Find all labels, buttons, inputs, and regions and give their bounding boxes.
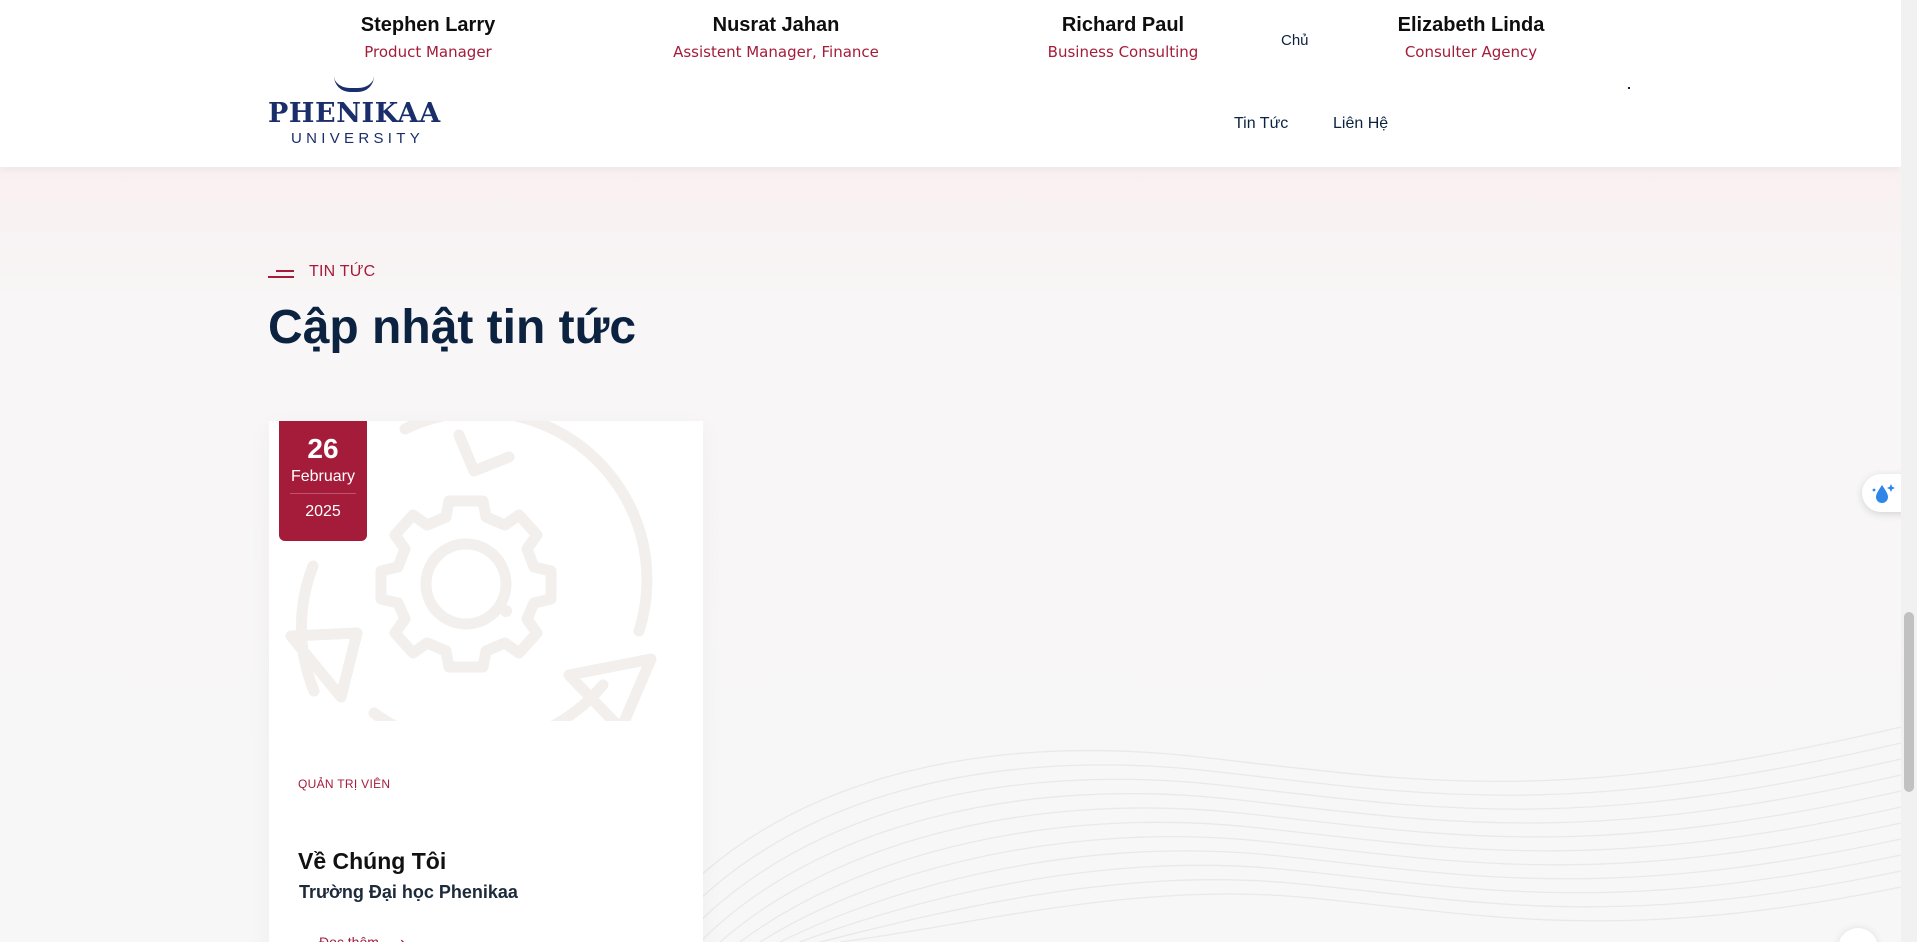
phenikaa-logo[interactable]: PHENIKAA UNIVERSITY — [268, 76, 448, 147]
post-date-month: February — [290, 468, 356, 485]
section-title: Cập nhật tin tức — [268, 301, 637, 354]
logo-wordmark: PHENIKAA — [268, 98, 441, 129]
team-strip: Stephen Larry Product Manager Nusrat Jah… — [0, 0, 1901, 70]
post-author[interactable]: QUẢN TRỊ VIÊN — [298, 777, 390, 791]
post-subtitle: Trường Đại học Phenikaa — [299, 882, 518, 902]
logo-arc-mark — [334, 76, 374, 92]
team-member-role: Consulter Agency — [1404, 43, 1538, 61]
nav-news[interactable]: Tin Tức — [1234, 115, 1288, 133]
team-member-name: Nusrat Jahan — [712, 14, 840, 36]
team-member-card: Stephen Larry Product Manager — [278, 14, 578, 61]
site-header: Stephen Larry Product Manager Nusrat Jah… — [0, 0, 1901, 167]
team-member-role: Business Consulting — [1047, 43, 1199, 61]
water-drop-sparkle-icon — [1872, 484, 1895, 503]
nav-home-partial[interactable]: Chủ — [1281, 32, 1309, 49]
arrow-right-icon: ⟶ — [384, 934, 405, 942]
nav-dot-decoration — [1628, 87, 1630, 89]
team-member-name: Richard Paul — [1061, 14, 1185, 36]
post-title[interactable]: Về Chúng Tôi — [298, 848, 446, 875]
page-scrollbar[interactable] — [1901, 0, 1917, 942]
post-date-year: 2025 — [305, 503, 341, 520]
kicker-lines-icon — [268, 270, 294, 280]
news-card-image[interactable]: 26 February 2025 — [269, 421, 703, 721]
read-more-link[interactable]: Đọc thêm ⟶ — [319, 934, 405, 942]
news-card[interactable]: 26 February 2025 QUẢN TRỊ VIÊN Về Chúng … — [269, 421, 703, 942]
logo-subtitle: UNIVERSITY — [291, 130, 425, 147]
team-member-card: Nusrat Jahan Assistent Manager, Finance — [626, 14, 926, 61]
section-kicker-label: TIN TỨC — [309, 263, 376, 280]
nav-contact[interactable]: Liên Hệ — [1333, 115, 1388, 133]
floating-widget-button[interactable] — [1862, 474, 1906, 512]
date-divider — [290, 493, 356, 494]
read-more-label: Đọc thêm — [319, 934, 379, 942]
team-member-name: Stephen Larry — [360, 14, 496, 36]
team-member-role: Product Manager — [364, 43, 492, 61]
team-member-name: Elizabeth Linda — [1397, 14, 1545, 36]
team-member-card: Elizabeth Linda Consulter Agency — [1321, 14, 1621, 61]
team-member-role: Assistent Manager, Finance — [673, 43, 879, 61]
team-member-card: Richard Paul Business Consulting — [973, 14, 1273, 61]
post-date-day: 26 — [307, 433, 339, 464]
post-date-badge: 26 February 2025 — [279, 421, 367, 541]
scrollbar-thumb[interactable] — [1904, 612, 1914, 792]
